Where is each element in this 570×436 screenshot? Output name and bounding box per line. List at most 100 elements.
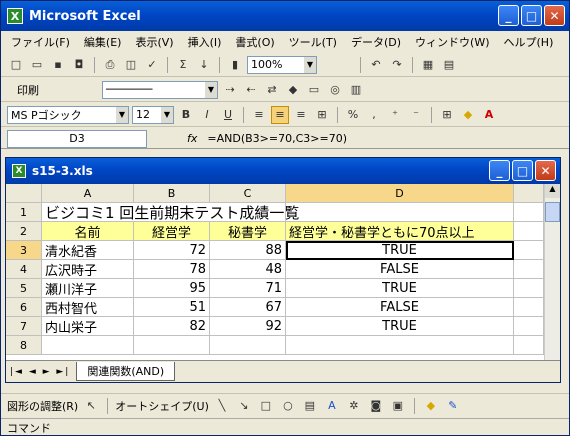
column-header-d[interactable]: D <box>286 184 514 203</box>
scroll-thumb[interactable] <box>545 202 560 222</box>
menu-window[interactable]: ウィンドウ(W) <box>415 34 489 50</box>
result-cell[interactable]: FALSE <box>286 298 514 317</box>
menu-data[interactable]: データ(D) <box>351 34 401 50</box>
cell[interactable] <box>210 203 286 222</box>
score-cell[interactable]: 51 <box>134 298 210 317</box>
result-cell[interactable]: FALSE <box>286 260 514 279</box>
tab-nav-icon[interactable]: |◄ ◄ ► ►| <box>10 367 70 377</box>
cell[interactable] <box>286 336 514 355</box>
sort-ascending-icon[interactable]: ↓ <box>195 56 213 74</box>
draw-adjust-menu[interactable]: 図形の調整(R) <box>7 398 78 414</box>
cell[interactable] <box>514 241 544 260</box>
freeze-icon[interactable]: ▤ <box>440 56 458 74</box>
arrow-icon[interactable]: ↘ <box>235 397 253 415</box>
autoshape-menu[interactable]: オートシェイプ(U) <box>115 398 209 414</box>
bold-button[interactable]: B <box>177 106 195 124</box>
line-style-select[interactable]: ─────── ▼ <box>102 80 218 99</box>
merge-center-icon[interactable]: ⊞ <box>313 106 331 124</box>
align-center-icon[interactable]: ≡ <box>271 105 289 124</box>
row-header[interactable]: 6 <box>6 298 42 317</box>
permission-icon[interactable]: ◘ <box>70 56 88 74</box>
print-icon[interactable]: ⎙ <box>101 56 119 74</box>
new-icon[interactable]: □ <box>7 56 25 74</box>
cell[interactable] <box>134 203 210 222</box>
cell[interactable] <box>42 336 134 355</box>
cell[interactable] <box>514 260 544 279</box>
score-cell[interactable]: 78 <box>134 260 210 279</box>
increase-decimal-icon[interactable]: ⁺ <box>386 106 404 124</box>
vertical-scrollbar[interactable]: ▲ <box>544 184 560 360</box>
cell[interactable] <box>514 336 544 355</box>
score-cell[interactable]: 71 <box>210 279 286 298</box>
reply-icon[interactable]: ↶ <box>367 56 385 74</box>
line-color-icon[interactable]: ✎ <box>444 397 462 415</box>
chart-wizard-icon[interactable]: ▮ <box>226 56 244 74</box>
comment-icon[interactable]: ▭ <box>305 81 323 99</box>
row-header[interactable]: 5 <box>6 279 42 298</box>
textbox-icon[interactable]: ▤ <box>301 397 319 415</box>
font-color-icon[interactable]: A <box>480 106 498 124</box>
menu-file[interactable]: ファイル(F) <box>11 34 70 50</box>
row-header[interactable]: 2 <box>6 222 42 241</box>
header-management-cell[interactable]: 経営学 <box>134 222 210 241</box>
name-cell[interactable]: 内山栄子 <box>42 317 134 336</box>
score-cell[interactable]: 95 <box>134 279 210 298</box>
formula-text[interactable]: =AND(B3>=70,C3>=70) <box>207 132 347 145</box>
row-header[interactable]: 1 <box>6 203 42 222</box>
font-size-select[interactable]: 12 ▼ <box>132 105 174 124</box>
border-grid-icon[interactable]: ▦ <box>419 56 437 74</box>
score-cell[interactable]: 48 <box>210 260 286 279</box>
column-header-a[interactable]: A <box>42 184 134 203</box>
scroll-up-icon[interactable]: ▲ <box>545 184 560 198</box>
watch-window-icon[interactable]: ◎ <box>326 81 344 99</box>
name-cell[interactable]: 広沢時子 <box>42 260 134 279</box>
row-header[interactable]: 8 <box>6 336 42 355</box>
name-cell[interactable]: 瀬川洋子 <box>42 279 134 298</box>
borders-icon[interactable]: ⊞ <box>438 106 456 124</box>
zoom-select[interactable]: 100% ▼ <box>247 55 317 74</box>
italic-button[interactable]: I <box>198 106 216 124</box>
column-header-c[interactable]: C <box>210 184 286 203</box>
selected-result-cell[interactable]: TRUE <box>286 241 514 260</box>
remove-arrows-icon[interactable]: ⇄ <box>263 81 281 99</box>
menu-insert[interactable]: 挿入(I) <box>188 34 222 50</box>
percent-button[interactable]: % <box>344 106 362 124</box>
print-label[interactable]: 印刷 <box>17 82 39 98</box>
open-icon[interactable]: ▭ <box>28 56 46 74</box>
clipart-icon[interactable]: ◙ <box>367 397 385 415</box>
row-header[interactable]: 7 <box>6 317 42 336</box>
menu-format[interactable]: 書式(O) <box>235 34 274 50</box>
select-pointer-icon[interactable]: ↖ <box>82 397 100 415</box>
cell[interactable] <box>514 203 544 222</box>
sheet-tab[interactable]: 関連関数(AND) <box>76 362 176 381</box>
line-icon[interactable]: ╲ <box>213 397 231 415</box>
formula-audit-icon[interactable]: ▥ <box>347 81 365 99</box>
fill-color-icon[interactable]: ◆ <box>459 106 477 124</box>
spelling-icon[interactable]: ✓ <box>143 56 161 74</box>
score-cell[interactable]: 92 <box>210 317 286 336</box>
font-select[interactable]: MS Pゴシック ▼ <box>7 105 129 124</box>
autosum-icon[interactable]: Σ <box>174 56 192 74</box>
score-cell[interactable]: 88 <box>210 241 286 260</box>
score-cell[interactable]: 72 <box>134 241 210 260</box>
rectangle-icon[interactable]: □ <box>257 397 275 415</box>
wb-minimize-button[interactable]: _ <box>489 160 510 181</box>
cell[interactable] <box>514 298 544 317</box>
cell[interactable] <box>514 279 544 298</box>
cell[interactable] <box>514 222 544 241</box>
menu-edit[interactable]: 編集(E) <box>84 34 122 50</box>
header-secretary-cell[interactable]: 秘書学 <box>210 222 286 241</box>
error-check-icon[interactable]: ◆ <box>284 81 302 99</box>
oval-icon[interactable]: ○ <box>279 397 297 415</box>
header-both-cell[interactable]: 経営学・秘書学ともに70点以上 <box>286 222 514 241</box>
reply-changes-icon[interactable]: ↷ <box>388 56 406 74</box>
save-icon[interactable]: ▪ <box>49 56 67 74</box>
wb-close-button[interactable]: ✕ <box>535 160 556 181</box>
cell[interactable] <box>286 203 514 222</box>
decrease-decimal-icon[interactable]: ⁻ <box>407 106 425 124</box>
close-button[interactable]: ✕ <box>544 5 565 26</box>
trace-precedents-icon[interactable]: ⇢ <box>221 81 239 99</box>
diagram-icon[interactable]: ✲ <box>345 397 363 415</box>
fx-icon[interactable]: fx <box>187 132 197 145</box>
title-cell[interactable]: ビジコミ1 回生前期末テスト成績一覧 <box>42 203 299 222</box>
